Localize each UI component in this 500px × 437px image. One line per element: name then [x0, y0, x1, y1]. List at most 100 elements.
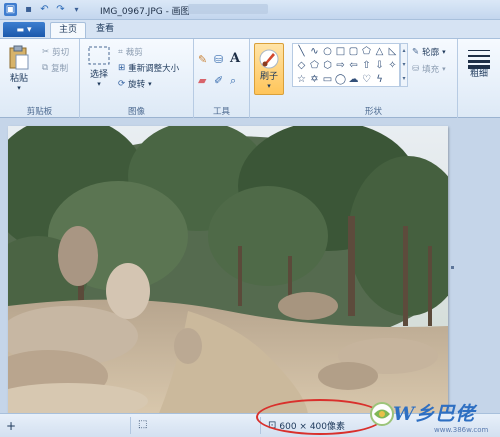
redo-icon[interactable]: ↷ — [54, 3, 67, 16]
crop-label: 裁剪 — [125, 48, 143, 58]
resize-icon: ⊞ — [118, 63, 126, 73]
right-triangle-shape-icon[interactable]: ◺ — [387, 46, 398, 57]
cursor-position: + — [6, 419, 16, 433]
outline-dropdown-icon: ▾ — [442, 48, 446, 56]
brushes-label: 刷子 — [259, 72, 278, 82]
rectangle-shape-icon[interactable]: □ — [335, 46, 346, 57]
outline-label: 轮廓 — [422, 48, 440, 58]
crop-icon: ⌗ — [118, 47, 123, 57]
fill-button[interactable]: ⛁ — [214, 53, 223, 66]
left-arrow-shape-icon[interactable]: ⇦ — [348, 60, 359, 71]
customize-toolbar-icon[interactable]: ▾ — [70, 3, 83, 16]
shapes-scrollbar[interactable]: ▴ ▾ ▾ — [400, 43, 408, 87]
pencil-icon: ✎ — [198, 53, 208, 66]
four-point-star-shape-icon[interactable]: ✧ — [387, 60, 398, 71]
canvas-resize-handle-right[interactable] — [451, 266, 454, 269]
hexagon-shape-icon[interactable]: ⬡ — [322, 60, 333, 71]
resize-button[interactable]: ⊞ 重新调整大小 — [118, 62, 179, 74]
rounded-callout-shape-icon[interactable]: ▭ — [322, 74, 333, 85]
paste-button[interactable]: 粘贴 ▾ — [6, 45, 32, 92]
selection-size: ⬚ — [138, 419, 147, 430]
line-shape-icon[interactable]: ╲ — [296, 46, 307, 57]
size-button[interactable]: 粗细 — [464, 47, 494, 79]
polygon-shape-icon[interactable]: ⬠ — [361, 46, 372, 57]
select-label: 选择 — [89, 70, 108, 80]
outline-button[interactable]: ✎ 轮廓 ▾ — [412, 46, 446, 58]
ribbon-tab-bar: ▬ ▾ 主页 查看 — [0, 20, 500, 38]
oval-callout-shape-icon[interactable]: ◯ — [335, 74, 346, 85]
up-arrow-shape-icon[interactable]: ⇧ — [361, 60, 372, 71]
right-arrow-shape-icon[interactable]: ⇨ — [335, 60, 346, 71]
heart-shape-icon[interactable]: ♡ — [361, 74, 372, 85]
clipboard-group: 粘贴 ▾ ✂ 剪切 ⧉ 复制 剪贴板 — [0, 39, 80, 119]
text-button[interactable]: A — [230, 51, 240, 66]
shapes-group-label: 形状 — [364, 107, 382, 117]
paste-dropdown-icon[interactable]: ▾ — [17, 84, 21, 92]
fill-shape-button[interactable]: ⛁ 填充 ▾ — [412, 63, 446, 75]
brushes-group: 刷子 ▾ — [250, 39, 290, 119]
resize-label: 重新调整大小 — [128, 64, 180, 74]
clipboard-group-label: 剪贴板 — [26, 107, 53, 117]
crop-button[interactable]: ⌗ 裁剪 — [118, 46, 143, 58]
paste-icon — [9, 45, 29, 70]
oval-shape-icon[interactable]: ○ — [322, 46, 333, 57]
rotate-dropdown-icon: ▾ — [148, 80, 152, 88]
save-icon[interactable]: ▪ — [22, 3, 35, 16]
window-title: IMG_0967.JPG - 画图 — [100, 7, 190, 17]
size-label: 粗细 — [469, 69, 488, 79]
eyedropper-icon: ✐ — [214, 74, 224, 87]
paint-app-icon[interactable]: ▣ — [4, 3, 17, 16]
canvas-image[interactable] — [8, 126, 448, 416]
copy-button[interactable]: ⧉ 复制 — [42, 62, 68, 74]
rotate-icon: ⟳ — [118, 79, 126, 89]
size-group: 粗细 — [458, 39, 500, 119]
tab-home[interactable]: 主页 — [50, 22, 87, 38]
brush-icon — [259, 49, 279, 69]
select-icon — [88, 46, 110, 65]
cloud-callout-shape-icon[interactable]: ☁ — [348, 74, 359, 85]
lightning-shape-icon[interactable]: ϟ — [374, 74, 385, 85]
five-point-star-shape-icon[interactable]: ☆ — [296, 74, 307, 85]
rounded-rectangle-shape-icon[interactable]: ▢ — [348, 46, 359, 57]
eraser-icon: ▰ — [198, 74, 207, 87]
fill-bucket-icon: ⛁ — [412, 64, 420, 74]
select-dropdown-icon[interactable]: ▾ — [97, 80, 101, 88]
magnifier-icon: ⌕ — [230, 74, 237, 87]
selection-icon: ⬚ — [138, 419, 148, 430]
magnifier-button[interactable]: ⌕ — [230, 74, 236, 88]
fill-label: 填充 — [422, 65, 440, 75]
annotation-highlight-oval — [256, 399, 384, 435]
watermark-logo-icon — [370, 402, 394, 426]
color-picker-button[interactable]: ✐ — [214, 74, 223, 87]
eraser-button[interactable]: ▰ — [198, 74, 206, 87]
title-bar: ▣ ▪ ↶ ↷ ▾ IMG_0967.JPG - 画图 — [0, 0, 500, 20]
pencil-button[interactable]: ✎ — [198, 53, 207, 66]
app-menu-arrow: ▾ — [27, 24, 32, 35]
six-point-star-shape-icon[interactable]: ✡ — [309, 74, 320, 85]
text-icon: A — [230, 51, 241, 66]
curve-shape-icon[interactable]: ∿ — [309, 46, 320, 57]
title-blur-region — [188, 4, 268, 14]
select-button[interactable]: 选择 ▾ — [86, 45, 112, 88]
fill-dropdown-icon: ▾ — [442, 65, 446, 73]
undo-icon[interactable]: ↶ — [38, 3, 51, 16]
forest-path-photo — [8, 126, 448, 416]
cut-button[interactable]: ✂ 剪切 — [42, 46, 69, 58]
image-group: 选择 ▾ ⌗ 裁剪 ⊞ 重新调整大小 ⟳ 旋转 ▾ 图像 — [80, 39, 194, 119]
app-menu-button[interactable]: ▬ ▾ — [3, 22, 45, 37]
diamond-shape-icon[interactable]: ◇ — [296, 60, 307, 71]
pentagon-shape-icon[interactable]: ⬠ — [309, 60, 320, 71]
tab-view[interactable]: 查看 — [88, 22, 122, 38]
triangle-shape-icon[interactable]: △ — [374, 46, 385, 57]
brushes-dropdown-icon: ▾ — [267, 82, 271, 90]
down-arrow-shape-icon[interactable]: ⇩ — [374, 60, 385, 71]
rotate-label: 旋转 — [128, 80, 146, 90]
ribbon: 粘贴 ▾ ✂ 剪切 ⧉ 复制 剪贴板 选择 ▾ ⌗ 裁剪 ⊞ 重新调整大小 ⟳ … — [0, 38, 500, 119]
status-separator — [130, 417, 131, 434]
paste-label: 粘贴 — [9, 74, 28, 84]
cut-label: 剪切 — [52, 48, 70, 58]
canvas-area[interactable] — [0, 118, 500, 416]
line-thickness-icon — [468, 50, 490, 69]
brushes-button[interactable]: 刷子 ▾ — [254, 43, 284, 95]
rotate-button[interactable]: ⟳ 旋转 ▾ — [118, 78, 152, 90]
